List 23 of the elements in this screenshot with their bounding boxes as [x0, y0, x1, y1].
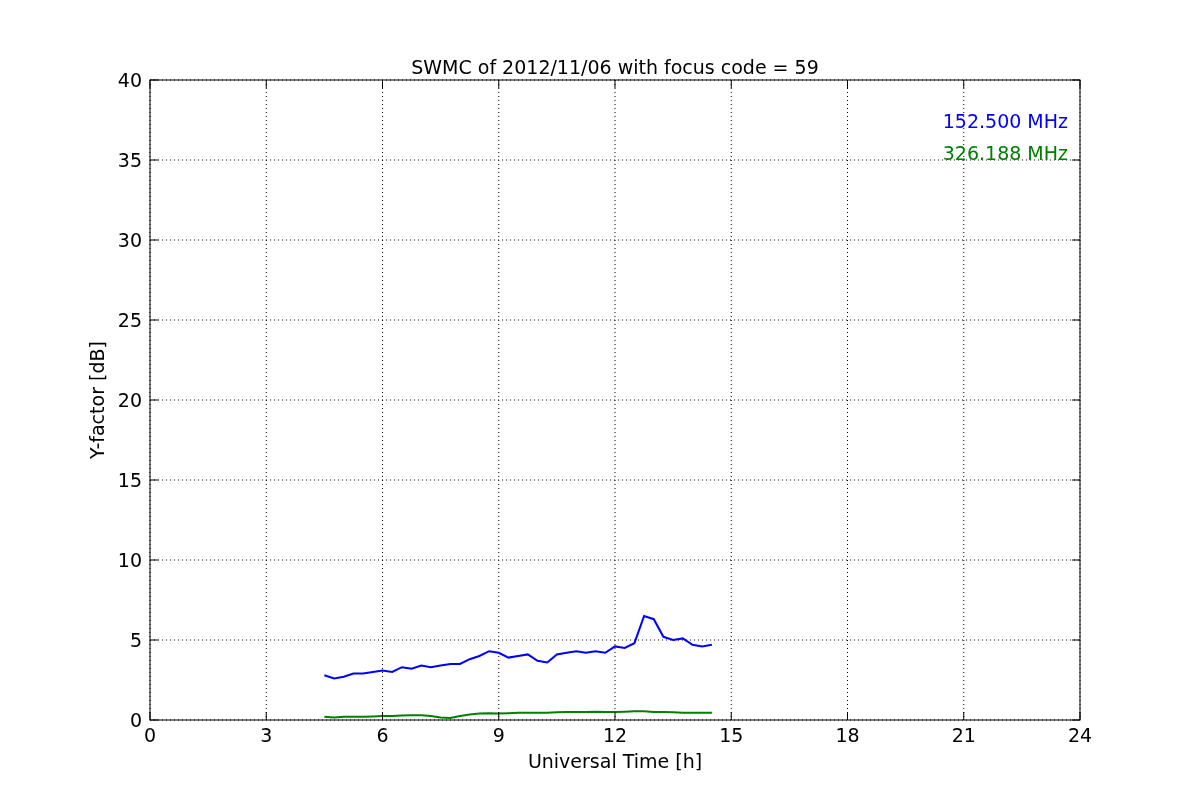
x-tick-label: 3 — [260, 724, 273, 746]
legend-label: 326.188 MHz — [942, 142, 1068, 164]
y-tick-label: 35 — [117, 149, 142, 171]
x-tick-label: 12 — [602, 724, 628, 746]
x-axis-label: Universal Time [h] — [527, 750, 703, 772]
chart-title: SWMC of 2012/11/06 with focus code = 59 — [411, 56, 819, 78]
x-tick-label: 24 — [1067, 724, 1093, 746]
x-tick-label: 6 — [376, 724, 389, 746]
y-tick-label: 40 — [117, 69, 142, 91]
y-tick-label: 15 — [117, 469, 142, 491]
y-tick-label: 5 — [129, 629, 142, 651]
y-tick-label: 30 — [117, 229, 142, 251]
y-axis-label: Y-factor [dB] — [86, 341, 108, 459]
legend-label: 152.500 MHz — [942, 110, 1068, 132]
x-tick-label: 21 — [951, 724, 976, 746]
x-tick-label: 0 — [143, 724, 157, 746]
x-tick-label: 15 — [719, 724, 744, 746]
x-tick-label: 9 — [492, 724, 505, 746]
y-tick-label: 0 — [129, 709, 142, 731]
y-tick-label: 10 — [117, 549, 142, 571]
x-tick-label: 18 — [835, 724, 860, 746]
y-tick-label: 25 — [117, 309, 142, 331]
y-tick-label: 20 — [117, 389, 142, 411]
